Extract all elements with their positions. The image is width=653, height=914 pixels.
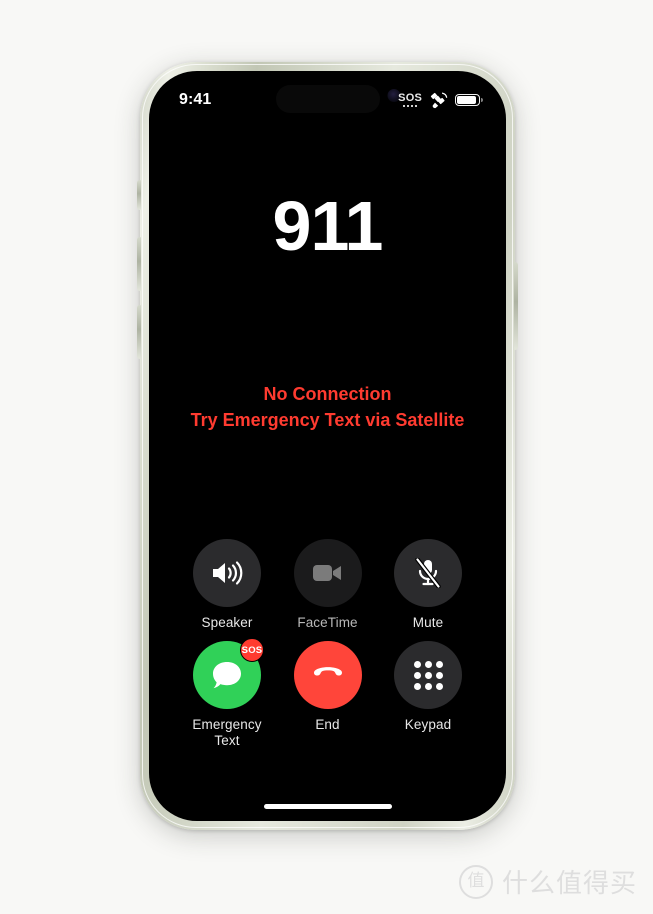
speaker-button[interactable]: Speaker <box>177 539 277 631</box>
video-camera-icon <box>312 565 341 581</box>
mute-button[interactable]: Mute <box>378 539 478 631</box>
emergency-text-button-label: Emergency Text <box>192 717 261 749</box>
facetime-button[interactable]: FaceTime <box>278 539 378 631</box>
sos-badge: SOS <box>240 638 264 662</box>
volume-down-button[interactable] <box>137 305 141 359</box>
call-status-line-2: Try Emergency Text via Satellite <box>190 410 465 430</box>
power-button[interactable] <box>514 262 518 350</box>
satellite-icon <box>430 92 448 108</box>
call-controls: Speaker FaceTime Mute SOS Emergency Text… <box>149 539 506 749</box>
end-call-button[interactable]: End <box>278 641 378 749</box>
message-bubble-icon <box>213 662 241 689</box>
call-status-message: No Connection Try Emergency Text via Sat… <box>149 381 506 433</box>
iphone-device-frame: 9:41 SOS 911 No Connection Try Emergency… <box>137 62 518 830</box>
speaker-button-circle[interactable] <box>193 539 261 607</box>
mute-button-circle[interactable] <box>394 539 462 607</box>
home-indicator[interactable] <box>263 804 392 809</box>
facetime-button-circle[interactable] <box>293 539 362 607</box>
keypad-button[interactable]: Keypad <box>378 641 478 749</box>
action-button[interactable] <box>137 180 141 210</box>
battery-icon <box>455 93 483 107</box>
end-call-handset-icon <box>313 667 342 676</box>
status-bar-time: 9:41 <box>179 91 212 108</box>
call-controls-row-1: Speaker FaceTime Mute <box>177 539 478 631</box>
sos-signal-indicator: SOS <box>398 91 422 108</box>
phone-screen: 9:41 SOS 911 No Connection Try Emergency… <box>149 71 506 821</box>
speaker-wave-icon <box>213 561 243 585</box>
speaker-button-label: Speaker <box>201 615 253 630</box>
emergency-text-label-line-2: Text <box>214 733 240 748</box>
sos-label: SOS <box>398 91 422 104</box>
status-bar: 9:41 SOS <box>149 71 506 123</box>
watermark: 值 什么值得买 <box>458 863 637 900</box>
keypad-dots-icon <box>413 660 443 690</box>
watermark-text: 什么值得买 <box>501 869 637 899</box>
call-controls-row-2: SOS Emergency Text End Keypad <box>177 638 478 749</box>
call-status-line-1: No Connection <box>263 384 392 404</box>
mute-button-label: Mute <box>412 615 444 630</box>
emergency-text-button-circle[interactable]: SOS <box>193 638 264 709</box>
keypad-button-circle[interactable] <box>394 641 462 709</box>
call-number: 911 <box>272 187 384 265</box>
signal-strength-dots-icon <box>402 104 418 108</box>
facetime-button-label: FaceTime <box>297 615 358 630</box>
end-call-button-label: End <box>315 717 340 732</box>
end-call-button-circle[interactable] <box>293 641 362 709</box>
volume-up-button[interactable] <box>137 237 141 291</box>
keypad-button-label: Keypad <box>404 717 452 732</box>
microphone-slash-icon <box>415 558 441 588</box>
watermark-badge: 值 <box>458 864 493 899</box>
status-bar-indicators: SOS <box>398 86 483 109</box>
battery-fill <box>457 96 476 104</box>
emergency-text-button[interactable]: SOS Emergency Text <box>177 638 277 749</box>
emergency-text-label-line-1: Emergency <box>192 717 262 732</box>
